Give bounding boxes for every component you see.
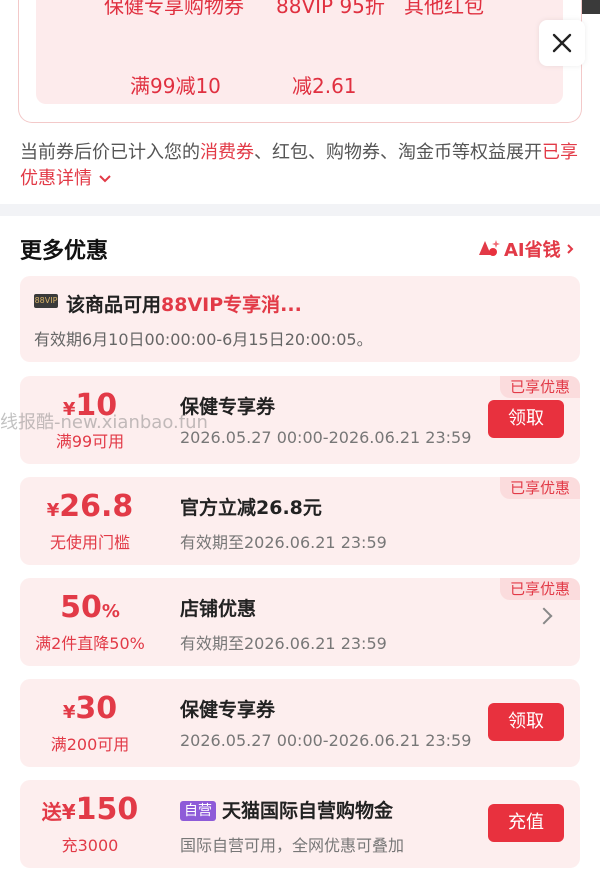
info-prefix: 当前券后价已计入您的 <box>20 142 200 163</box>
close-icon <box>552 33 572 53</box>
vip-badge: 88VIP <box>34 294 58 308</box>
coupon-card: 送¥150 充3000 自营 天猫国际自营购物金 国际自营可用，全网优惠可叠加 充… <box>20 780 580 868</box>
claim-button[interactable]: 领取 <box>488 400 564 438</box>
recharge-button[interactable]: 充值 <box>488 804 564 842</box>
chevron-right-icon <box>566 244 574 254</box>
vip-title-prefix: 该商品可用 <box>66 294 162 316</box>
coupon-value: 50% <box>20 590 160 630</box>
ai-saving-link[interactable]: AI省钱 <box>478 236 575 262</box>
coupon-amount: 50 <box>60 590 102 625</box>
coupon-description: 国际自营可用，全网优惠可叠加 <box>180 836 405 855</box>
coupon-name: 店铺优惠 <box>180 598 257 620</box>
gift-currency-symbol: 送¥ <box>41 800 76 824</box>
summary-value: 减2.61 <box>292 74 357 98</box>
coupon-condition: 满200可用 <box>50 735 130 754</box>
coupon-card: ¥30 满200可用 保健专享券 2026.05.27 00:00-2026.0… <box>20 679 580 767</box>
coupon-validity: 2026.05.27 00:00-2026.06.21 23:59 <box>180 731 472 750</box>
coupon-value: 送¥150 <box>20 792 160 830</box>
coupon-amount-block: ¥26.8 无使用门槛 <box>20 477 160 565</box>
ai-saving-label: AI省钱 <box>504 240 561 261</box>
currency-symbol: ¥ <box>46 500 60 521</box>
applied-tag: 已享优惠 <box>499 578 580 600</box>
vip-offer-card[interactable]: 88VIP 该商品可用88VIP专享消... 有效期6月10日00:00:00-… <box>20 276 580 362</box>
section-title: 更多优惠 <box>20 239 109 264</box>
currency-symbol: ¥ <box>62 702 76 723</box>
coupon-value: ¥26.8 <box>20 489 160 529</box>
coupon-validity: 有效期至2026.06.21 23:59 <box>180 533 387 552</box>
applied-tag: 已享优惠 <box>499 477 580 499</box>
coupon-amount: 30 <box>75 691 118 726</box>
discount-summary-inner: 保健专享购物券 88VIP 95折 其他红包 满99减10 减2.61 <box>36 0 563 104</box>
coupon-name: 保健专享券 <box>180 699 276 721</box>
coupon-name: 官方立减26.8元 <box>180 497 322 519</box>
coupon-amount-block: 50% 满2件直降50% <box>20 578 160 666</box>
percent-symbol: % <box>101 601 120 622</box>
vip-validity: 有效期6月10日00:00:00-6月15日20:00:05。 <box>34 330 373 349</box>
coupon-validity: 有效期至2026.06.21 23:59 <box>180 634 387 653</box>
coupon-condition: 满2件直降50% <box>35 634 145 653</box>
coupon-value: ¥30 <box>20 691 160 731</box>
claim-button[interactable]: 领取 <box>488 703 564 741</box>
chevron-right-icon <box>535 607 553 625</box>
section-divider <box>0 204 600 216</box>
vip-title-highlight: 88VIP专享消... <box>161 294 302 316</box>
applied-tag: 已享优惠 <box>499 376 580 398</box>
watermark-text: 线报酷-new.xianbao.fun <box>0 412 208 433</box>
coupon-name: 自营 天猫国际自营购物金 <box>180 796 393 823</box>
coupon-info-text: 当前券后价已计入您的消费券、红包、购物券、淘金币等权益展开已享优惠详情 <box>20 140 580 192</box>
coupon-name-text: 天猫国际自营购物金 <box>222 800 394 822</box>
consumer-coupon-link[interactable]: 消费券 <box>200 142 254 163</box>
coupon-condition: 充3000 <box>61 836 119 855</box>
vip-offer-title: 该商品可用88VIP专享消... <box>66 290 302 317</box>
coupon-card: ¥26.8 无使用门槛 官方立减26.8元 有效期至2026.06.21 23:… <box>20 477 580 565</box>
coupon-condition: 无使用门槛 <box>49 533 130 552</box>
coupon-amount-block: ¥30 满200可用 <box>20 679 160 767</box>
summary-label: 保健专享购物券 <box>104 0 244 18</box>
close-button[interactable] <box>539 20 585 66</box>
ai-sparkle-icon <box>479 240 500 256</box>
coupon-card[interactable]: 50% 满2件直降50% 店铺优惠 有效期至2026.06.21 23:59 已… <box>20 578 580 666</box>
info-rest: 、红包、购物券、淘金币等权益展开 <box>254 142 542 163</box>
coupon-amount: 150 <box>75 792 139 827</box>
summary-value: 满99减10 <box>130 74 221 98</box>
summary-label: 其他红包 <box>404 0 484 18</box>
chevron-down-icon <box>99 175 111 183</box>
summary-label: 88VIP 95折 <box>276 0 385 18</box>
coupon-validity: 2026.05.27 00:00-2026.06.21 23:59 <box>180 428 472 447</box>
self-operated-badge: 自营 <box>180 801 216 821</box>
coupon-amount: 26.8 <box>59 489 134 524</box>
coupon-amount-block: 送¥150 充3000 <box>20 780 160 868</box>
